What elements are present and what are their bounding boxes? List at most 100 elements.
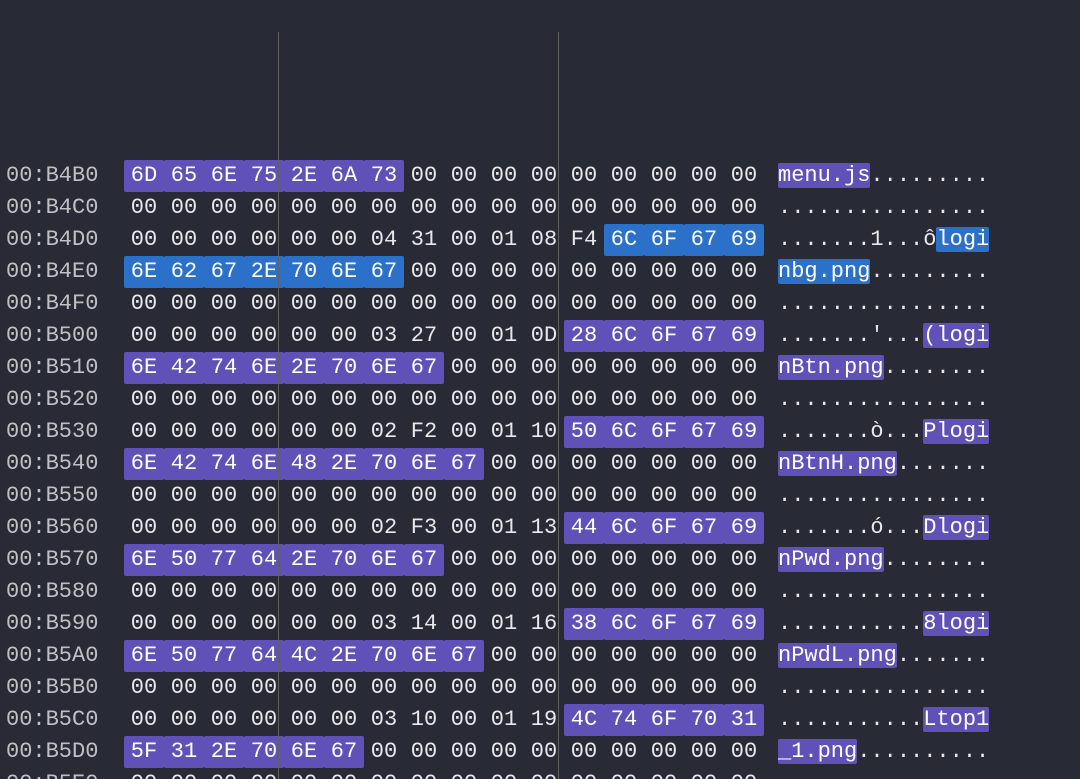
- hex-byte[interactable]: 6F: [644, 512, 684, 544]
- hex-byte[interactable]: 01: [484, 320, 524, 352]
- hex-byte[interactable]: 00: [444, 480, 484, 512]
- hex-byte[interactable]: 00: [164, 768, 204, 779]
- hex-byte[interactable]: 00: [604, 192, 644, 224]
- hex-byte[interactable]: 00: [724, 640, 764, 672]
- hex-byte[interactable]: 00: [644, 288, 684, 320]
- hex-byte[interactable]: 00: [444, 736, 484, 768]
- hex-byte[interactable]: 00: [324, 576, 364, 608]
- hex-byte[interactable]: 00: [644, 736, 684, 768]
- hex-byte[interactable]: 02: [364, 512, 404, 544]
- hex-byte[interactable]: 00: [484, 768, 524, 779]
- hex-byte[interactable]: 00: [604, 288, 644, 320]
- hex-byte[interactable]: 6E: [124, 256, 164, 288]
- hex-byte[interactable]: 00: [364, 192, 404, 224]
- hex-row[interactable]: 00:B5900000000000000314000116386C6F6769.…: [0, 608, 1080, 640]
- hex-byte[interactable]: 00: [324, 320, 364, 352]
- hex-byte[interactable]: 00: [364, 736, 404, 768]
- hex-byte[interactable]: 69: [724, 512, 764, 544]
- hex-byte[interactable]: 00: [164, 704, 204, 736]
- hex-byte[interactable]: 00: [204, 288, 244, 320]
- hex-byte[interactable]: 31: [724, 704, 764, 736]
- hex-byte[interactable]: 00: [364, 576, 404, 608]
- hex-byte[interactable]: 00: [564, 448, 604, 480]
- hex-byte[interactable]: 50: [164, 544, 204, 576]
- hex-byte[interactable]: 00: [644, 192, 684, 224]
- hex-byte[interactable]: F2: [404, 416, 444, 448]
- hex-byte[interactable]: 00: [444, 608, 484, 640]
- hex-byte[interactable]: 00: [444, 576, 484, 608]
- hex-byte[interactable]: 00: [444, 512, 484, 544]
- hex-byte[interactable]: 00: [364, 672, 404, 704]
- hex-byte[interactable]: 2E: [284, 544, 324, 576]
- hex-byte[interactable]: 28: [564, 320, 604, 352]
- hex-byte[interactable]: 00: [124, 192, 164, 224]
- hex-byte[interactable]: 00: [324, 288, 364, 320]
- hex-byte[interactable]: 00: [604, 448, 644, 480]
- hex-byte[interactable]: 00: [444, 384, 484, 416]
- hex-byte[interactable]: 00: [564, 160, 604, 192]
- hex-byte[interactable]: 69: [724, 224, 764, 256]
- hex-row[interactable]: 00:B4D00000000000000431000108F46C6F6769.…: [0, 224, 1080, 256]
- hex-byte[interactable]: 00: [724, 768, 764, 779]
- hex-byte[interactable]: 00: [324, 704, 364, 736]
- hex-byte[interactable]: 2E: [284, 160, 324, 192]
- hex-byte[interactable]: 00: [684, 256, 724, 288]
- hex-byte[interactable]: 01: [484, 224, 524, 256]
- hex-byte[interactable]: 00: [164, 608, 204, 640]
- hex-byte[interactable]: 00: [484, 480, 524, 512]
- hex-byte[interactable]: 00: [604, 640, 644, 672]
- hex-byte[interactable]: 00: [684, 672, 724, 704]
- hex-byte[interactable]: 00: [684, 544, 724, 576]
- hex-byte[interactable]: 67: [444, 448, 484, 480]
- hex-byte[interactable]: 6C: [604, 224, 644, 256]
- hex-byte[interactable]: 70: [364, 448, 404, 480]
- hex-byte[interactable]: 01: [484, 512, 524, 544]
- hex-byte[interactable]: 00: [684, 736, 724, 768]
- hex-byte[interactable]: 00: [484, 640, 524, 672]
- hex-byte[interactable]: 38: [564, 608, 604, 640]
- hex-byte[interactable]: 00: [444, 672, 484, 704]
- hex-byte[interactable]: 00: [124, 288, 164, 320]
- hex-row[interactable]: 00:B56000000000000002F3000113446C6F6769.…: [0, 512, 1080, 544]
- hex-byte[interactable]: 00: [644, 448, 684, 480]
- hex-byte[interactable]: 00: [324, 480, 364, 512]
- hex-byte[interactable]: 70: [324, 352, 364, 384]
- hex-byte[interactable]: 4C: [284, 640, 324, 672]
- hex-byte[interactable]: 6E: [124, 640, 164, 672]
- hex-byte[interactable]: 01: [484, 416, 524, 448]
- hex-byte[interactable]: 03: [364, 608, 404, 640]
- hex-byte[interactable]: 00: [644, 544, 684, 576]
- hex-byte[interactable]: 00: [564, 480, 604, 512]
- hex-byte[interactable]: 00: [644, 576, 684, 608]
- hex-byte[interactable]: 2E: [284, 352, 324, 384]
- hex-byte[interactable]: 00: [644, 256, 684, 288]
- hex-byte[interactable]: 00: [124, 704, 164, 736]
- hex-byte[interactable]: 00: [404, 672, 444, 704]
- hex-byte[interactable]: 00: [604, 256, 644, 288]
- hex-byte[interactable]: 00: [164, 416, 204, 448]
- hex-byte[interactable]: 00: [684, 576, 724, 608]
- hex-byte[interactable]: 00: [644, 768, 684, 779]
- hex-byte[interactable]: 00: [284, 608, 324, 640]
- hex-byte[interactable]: 69: [724, 608, 764, 640]
- hex-byte[interactable]: 00: [564, 576, 604, 608]
- hex-byte[interactable]: 6F: [644, 416, 684, 448]
- hex-byte[interactable]: 00: [444, 768, 484, 779]
- hex-row[interactable]: 00:B500000000000000032700010D286C6F6769.…: [0, 320, 1080, 352]
- hex-byte[interactable]: 00: [164, 576, 204, 608]
- hex-byte[interactable]: 44: [564, 512, 604, 544]
- hex-byte[interactable]: 00: [564, 672, 604, 704]
- hex-byte[interactable]: 31: [404, 224, 444, 256]
- hex-byte[interactable]: 67: [404, 544, 444, 576]
- hex-byte[interactable]: 67: [364, 256, 404, 288]
- hex-byte[interactable]: 6F: [644, 320, 684, 352]
- hex-byte[interactable]: 00: [124, 416, 164, 448]
- hex-byte[interactable]: 48: [284, 448, 324, 480]
- hex-byte[interactable]: 6C: [604, 416, 644, 448]
- hex-byte[interactable]: 67: [204, 256, 244, 288]
- hex-byte[interactable]: 00: [484, 736, 524, 768]
- hex-byte[interactable]: 00: [684, 160, 724, 192]
- hex-byte[interactable]: 6E: [324, 256, 364, 288]
- hex-byte[interactable]: 6E: [204, 160, 244, 192]
- hex-byte[interactable]: 00: [724, 480, 764, 512]
